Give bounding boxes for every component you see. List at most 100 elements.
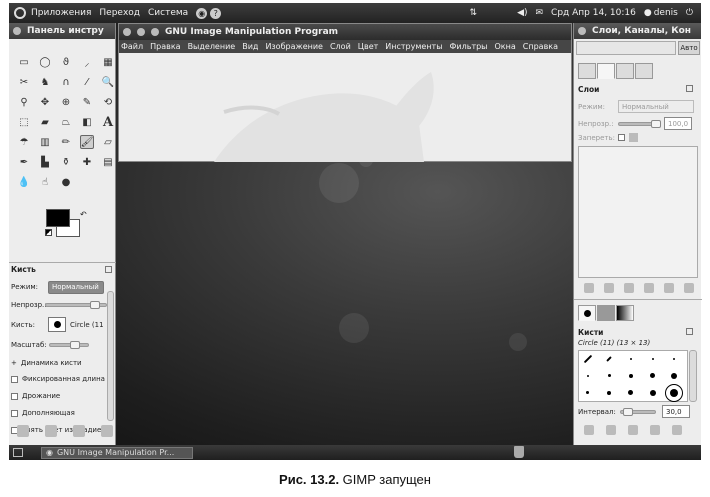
dynamics-row[interactable]: + Динамика кисти [11,356,115,370]
lower-layer-icon[interactable] [624,283,634,293]
ink-icon[interactable]: ▙ [38,155,52,169]
default-colors-icon[interactable] [45,229,52,236]
ellipse-select-icon[interactable]: ◯ [38,55,52,69]
minimize-icon[interactable] [137,28,145,36]
brush-thumb[interactable] [583,355,593,364]
delete-brush-icon[interactable] [650,425,660,435]
perspective-icon[interactable]: ⏢ [59,115,73,129]
menu-help[interactable]: Справка [523,42,558,51]
brushes-scrollbar[interactable] [689,350,697,402]
restore-options-icon[interactable] [45,425,57,437]
slider-knob[interactable] [651,119,661,128]
raise-layer-icon[interactable] [604,283,614,293]
crop-icon[interactable]: ✎ [80,95,94,109]
checkbox[interactable] [11,392,18,400]
close-icon[interactable] [123,28,131,36]
checkbox-row[interactable]: Дополняющая [11,406,115,420]
blend-icon[interactable]: ▥ [38,135,52,149]
brush-thumb[interactable] [649,389,656,396]
brush-thumb[interactable] [628,390,634,396]
brush-thumb[interactable] [586,374,589,377]
tab-channels[interactable] [597,63,615,79]
opacity-slider[interactable] [45,301,107,309]
menu-image[interactable]: Изображение [265,42,323,51]
menu-tools[interactable]: Инструменты [385,42,442,51]
bucket-fill-icon[interactable]: ☂ [17,135,31,149]
color-picker-icon[interactable]: ⁄ [80,75,94,89]
clone-icon[interactable]: ⚱ [59,155,73,169]
tab-layers[interactable] [578,63,596,79]
scale-icon[interactable]: ⬚ [17,115,31,129]
brush-thumb[interactable] [586,391,590,395]
ubuntu-logo-icon[interactable] [14,7,26,19]
window-menu-icon[interactable] [578,27,586,35]
tab-undo[interactable] [635,63,653,79]
fuzzy-select-icon[interactable]: ⸝ [80,55,94,69]
taskbar-button[interactable]: ◉ GNU Image Manipulation Pr... [41,446,193,459]
rect-select-icon[interactable]: ▭ [17,55,31,69]
options-scrollbar[interactable] [107,291,114,421]
lock-checkbox[interactable] [618,134,625,141]
web-browser-icon[interactable]: ◉ [196,7,208,19]
user-switch[interactable]: ● denis [644,8,678,18]
delete-layer-icon[interactable] [684,283,694,293]
slider-knob[interactable] [90,301,100,309]
slider-knob[interactable] [70,341,80,349]
tab-gradients[interactable] [616,305,634,321]
brush-thumb[interactable] [607,374,611,378]
mode-combo[interactable]: Нормальный [48,280,104,294]
save-options-icon[interactable] [17,425,29,437]
show-desktop-icon[interactable] [13,448,23,457]
menu-file[interactable]: Файл [121,42,143,51]
layer-opacity-slider[interactable] [618,119,661,128]
menu-applications[interactable]: Приложения [31,8,91,18]
slider-knob[interactable] [623,407,633,416]
expander-icon[interactable]: + [11,359,17,367]
configure-icon[interactable] [686,328,693,335]
pencil-icon[interactable]: ✏ [59,135,73,149]
delete-options-icon[interactable] [73,425,85,437]
tab-paths[interactable] [616,63,634,79]
tab-brushes[interactable] [578,305,596,321]
measure-icon[interactable]: ⚲ [17,95,31,109]
checkbox[interactable] [11,409,18,417]
brush-preview[interactable] [48,317,66,332]
menu-colors[interactable]: Цвет [358,42,379,51]
checkbox-row[interactable]: Фиксированная длина [11,372,115,386]
dodge-burn-icon[interactable]: ● [59,175,73,189]
blur-icon[interactable]: 💧 [17,175,31,189]
configure-icon[interactable] [686,85,693,92]
menu-select[interactable]: Выделение [188,42,236,51]
paths-icon[interactable]: ∩ [59,75,73,89]
swap-colors-icon[interactable]: ↶ [80,210,87,219]
scale-slider[interactable] [49,341,89,349]
lock-alpha-icon[interactable] [629,133,638,142]
reset-options-icon[interactable] [101,425,113,437]
power-icon[interactable]: ⏻ [686,8,693,18]
move-icon[interactable]: ✥ [38,95,52,109]
menu-windows[interactable]: Окна [495,42,516,51]
clock[interactable]: Срд Апр 14, 10:16 [551,8,636,18]
menu-view[interactable]: Вид [242,42,258,51]
brush-thumb[interactable] [651,358,654,361]
paintbrush-icon[interactable]: 🖌 [80,135,94,149]
smudge-icon[interactable]: ☝ [38,175,52,189]
zoom-icon[interactable]: 🔍 [101,75,115,89]
dock-title-bar[interactable]: Слои, Каналы, Кон [574,23,701,39]
layer-mode-combo[interactable]: Нормальный [618,100,694,113]
layer-opacity-value[interactable]: 100,0 [664,117,692,130]
color-select-icon[interactable]: ▦ [101,55,115,69]
spacing-value[interactable]: 30,0 [662,405,690,418]
configure-icon[interactable] [105,266,112,273]
brush-thumb[interactable] [628,373,633,378]
network-icon[interactable]: ⇅ [470,8,478,18]
brush-thumb[interactable] [671,372,678,379]
spacing-slider[interactable] [620,407,656,416]
foreground-select-icon[interactable]: ♞ [38,75,52,89]
brush-thumb[interactable] [673,358,676,361]
tab-patterns[interactable] [597,305,615,321]
menu-system[interactable]: Система [148,8,188,18]
eraser-icon[interactable]: ▱ [101,135,115,149]
image-selector[interactable] [576,41,676,55]
checkbox-row[interactable]: Дрожание [11,389,115,403]
